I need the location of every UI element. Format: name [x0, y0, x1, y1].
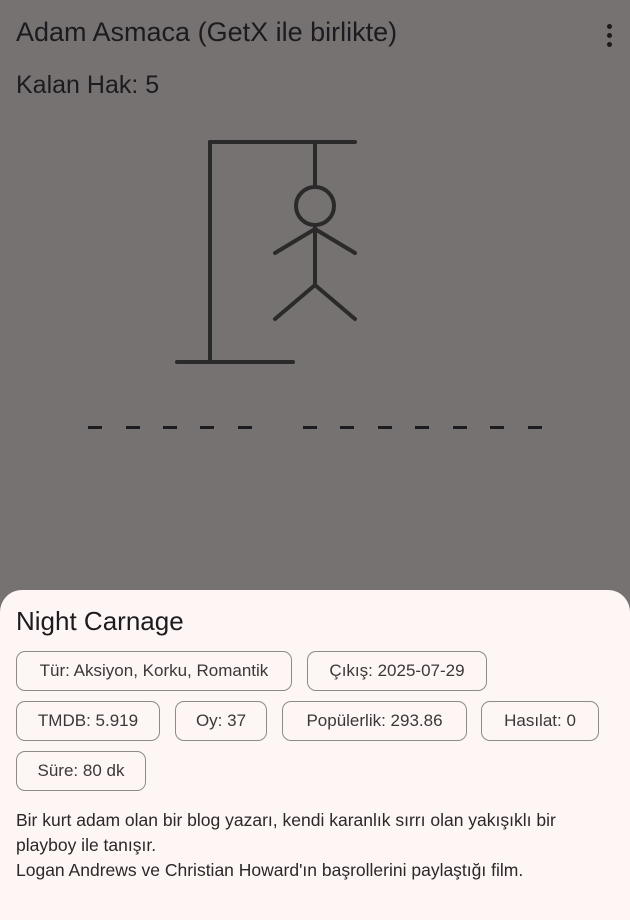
letter-slot: [528, 426, 542, 429]
letter-slot: [453, 426, 467, 429]
letter-slot: [340, 426, 354, 429]
letter-slot: [378, 426, 392, 429]
genre-chip: Tür: Aksiyon, Korku, Romantik: [16, 651, 292, 691]
more-vert-icon-dot: [606, 41, 612, 47]
hangman-left-leg: [273, 283, 317, 321]
hangman-right-leg: [313, 283, 357, 321]
popularity-chip: Popülerlik: 293.86: [282, 701, 467, 741]
movie-details-sheet: Night Carnage Tür: Aksiyon, Korku, Roman…: [0, 590, 630, 920]
app-title: Adam Asmaca (GetX ile birlikte): [16, 17, 398, 47]
letter-slot: [303, 426, 317, 429]
tmdb-rating-chip: TMDB: 5.919: [16, 701, 160, 741]
movie-overview: Bir kurt adam olan bir blog yazarı, kend…: [16, 810, 556, 880]
release-date-chip: Çıkış: 2025-07-29: [307, 651, 487, 691]
letter-slot: [238, 426, 252, 429]
letter-slot: [88, 426, 102, 429]
hangman-drawing: [175, 140, 357, 364]
remaining-lives-label: Kalan Hak: 5: [16, 71, 160, 99]
letter-slot: [126, 426, 140, 429]
hangman-head: [294, 185, 336, 227]
letter-slot: [415, 426, 429, 429]
revenue-chip: Hasılat: 0: [481, 701, 599, 741]
letter-slot: [200, 426, 214, 429]
letter-slot: [490, 426, 504, 429]
hangman-right-arm: [313, 227, 357, 255]
more-options-button[interactable]: [592, 18, 626, 52]
app-bar: Adam Asmaca (GetX ile birlikte): [0, 0, 630, 68]
letter-slot: [163, 426, 177, 429]
runtime-chip: Süre: 80 dk: [16, 751, 146, 791]
vote-count-chip: Oy: 37: [175, 701, 267, 741]
movie-title: Night Carnage: [16, 606, 184, 636]
hangman-left-arm: [273, 227, 317, 255]
more-vert-icon: [606, 23, 612, 29]
more-vert-icon-dot: [606, 32, 612, 38]
